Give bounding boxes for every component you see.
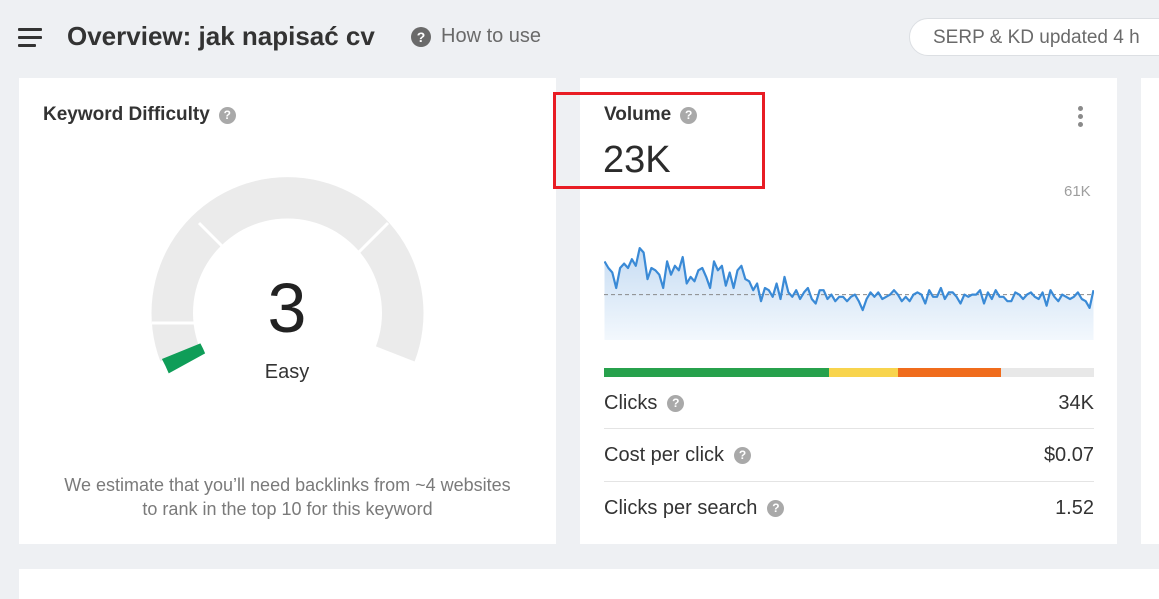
kd-description: We estimate that you’ll need backlinks f…	[19, 473, 556, 521]
metric-value-clicks: 34K	[1058, 391, 1094, 414]
distribution-segment	[1000, 368, 1094, 377]
metric-label-cpc: Cost per click	[604, 443, 725, 466]
bottom-card	[19, 569, 1159, 599]
page-title: Overview: jak napisać cv	[67, 21, 375, 51]
cpc-help-icon[interactable]: ?	[734, 446, 752, 464]
kd-score: 3	[267, 269, 307, 347]
metric-value-cpc: $0.07	[1043, 443, 1094, 466]
kd-title-row: Keyword Difficulty ?	[43, 104, 236, 126]
metric-label-clicks: Clicks	[604, 391, 658, 414]
volume-trend-chart	[604, 247, 1094, 340]
clicks-distribution-bar	[604, 368, 1094, 377]
metric-value-cps: 1.52	[1055, 496, 1094, 519]
distribution-segment	[897, 368, 1001, 377]
menu-icon[interactable]	[18, 28, 42, 48]
distribution-segment	[604, 368, 830, 377]
clicks-help-icon[interactable]: ?	[667, 394, 685, 412]
chart-max-label: 61K	[1064, 183, 1091, 200]
more-options-icon[interactable]	[1068, 102, 1092, 130]
kd-description-line-1: We estimate that you’ll need backlinks f…	[64, 475, 511, 495]
metric-row-cpc: Cost per click? $0.07	[604, 429, 1094, 481]
help-circle-icon: ?	[411, 26, 431, 47]
how-to-use-link[interactable]: ? How to use	[411, 25, 541, 48]
highlight-box	[553, 92, 765, 189]
distribution-segment	[829, 368, 898, 377]
metric-label-cps: Clicks per search	[604, 496, 758, 519]
how-to-use-label: How to use	[441, 25, 542, 47]
kd-difficulty-label: Easy	[264, 361, 310, 383]
metric-row-cps: Clicks per search? 1.52	[604, 482, 1094, 534]
kd-title: Keyword Difficulty	[43, 104, 210, 125]
kd-description-line-2: to rank in the top 10 for this keyword	[142, 499, 433, 519]
cps-help-icon[interactable]: ?	[767, 499, 785, 517]
kd-help-icon[interactable]: ?	[218, 106, 236, 124]
metric-row-clicks: Clicks? 34K	[604, 377, 1094, 429]
serp-status-pill[interactable]: SERP & KD updated 4 h	[909, 18, 1159, 56]
next-card	[1141, 78, 1159, 544]
